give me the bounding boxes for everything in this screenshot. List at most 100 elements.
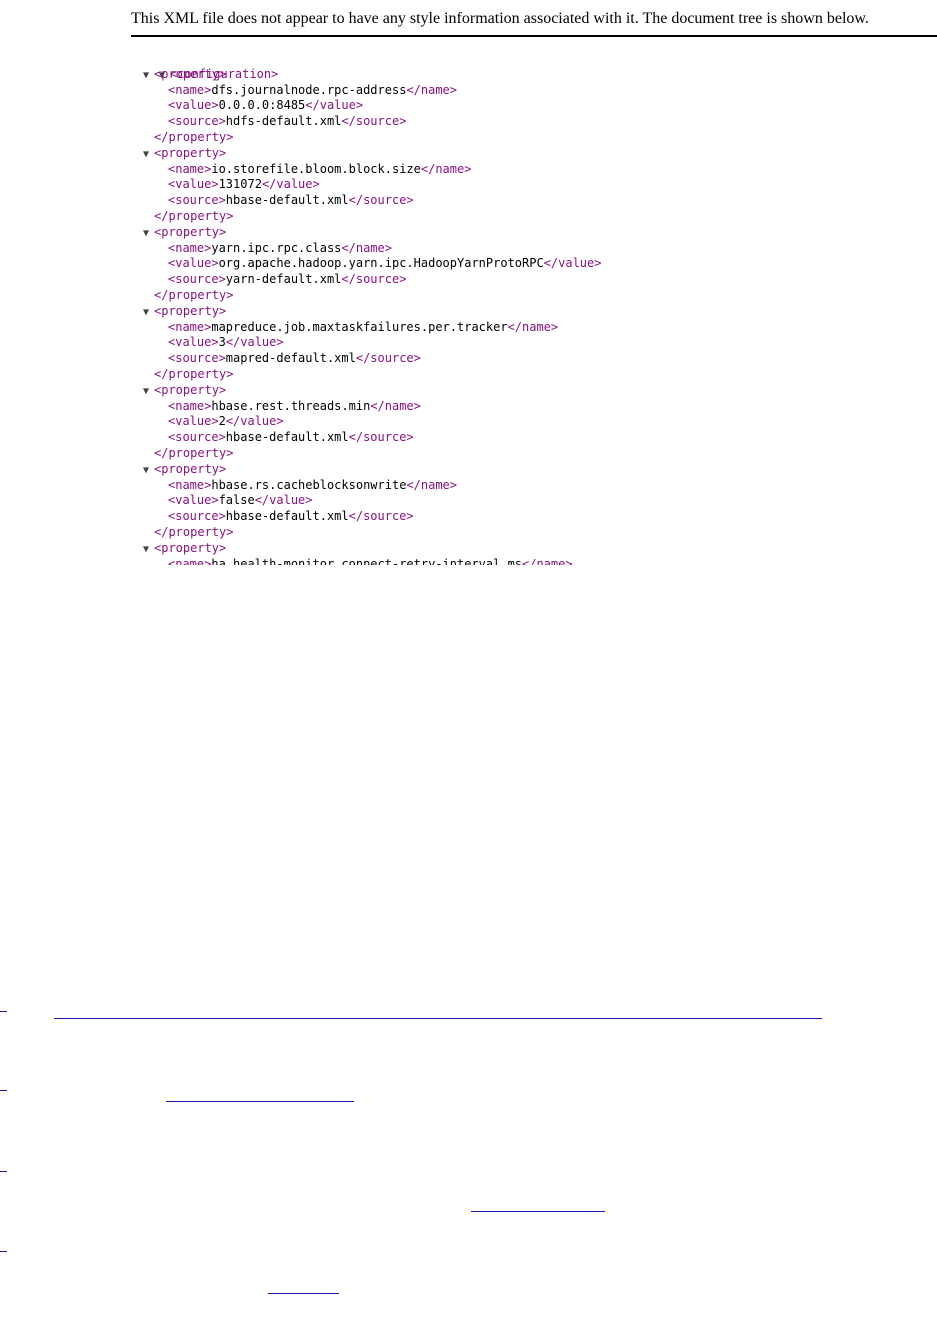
- property-value: false: [218, 493, 255, 508]
- xml-name-line: <name>ha.health-monitor.connect-retry-in…: [130, 557, 930, 566]
- property-source: hdfs-default.xml: [225, 114, 342, 129]
- value-close-tag: </value>: [254, 493, 313, 508]
- value-close-tag: </value>: [543, 256, 602, 271]
- property-close-tag: </property>: [154, 524, 234, 539]
- triangle-down-icon[interactable]: ▼: [143, 305, 154, 321]
- xml-node-property[interactable]: ▼ <property>: [130, 146, 930, 162]
- property-name: hbase.rs.cacheblocksonwrite: [211, 477, 407, 492]
- xml-node-property[interactable]: ▼ <property>: [130, 225, 930, 241]
- source-close-tag: </source>: [341, 272, 407, 287]
- name-close-tag: </name>: [406, 82, 458, 97]
- property-source: mapred-default.xml: [225, 351, 356, 366]
- triangle-down-icon[interactable]: ▼: [143, 147, 154, 163]
- xml-value-line: <value>2</value>: [130, 414, 930, 430]
- property-value: 131072: [218, 177, 262, 192]
- xml-value-line: <value>3</value>: [130, 335, 930, 351]
- property-name: dfs.journalnode.rpc-address: [211, 82, 407, 97]
- xml-name-line: <name>hbase.rest.threads.min</name>: [130, 399, 930, 415]
- xml-source-line: <source>mapred-default.xml</source>: [130, 351, 930, 367]
- xml-property-close: </property>: [130, 525, 930, 541]
- margin-mark: [0, 1251, 7, 1252]
- triangle-down-icon[interactable]: ▼: [143, 542, 154, 558]
- xml-property-close: </property>: [130, 288, 930, 304]
- property-value: org.apache.hadoop.yarn.ipc.HadoopYarnPro…: [218, 256, 544, 271]
- xml-name-line: <name>io.storefile.bloom.block.size</nam…: [130, 162, 930, 178]
- source-open-tag: <source>: [168, 272, 226, 287]
- name-close-tag: </name>: [370, 398, 421, 413]
- triangle-down-icon[interactable]: ▼: [143, 226, 154, 242]
- source-open-tag: <source>: [168, 193, 226, 208]
- property-value: 3: [218, 335, 226, 350]
- link-underline[interactable]: [166, 1101, 354, 1102]
- xml-property-close: </property>: [130, 209, 930, 225]
- link-underline[interactable]: [268, 1293, 339, 1294]
- source-close-tag: </source>: [348, 430, 414, 445]
- name-open-tag: <name>: [168, 398, 212, 413]
- name-close-tag: </name>: [341, 240, 392, 255]
- value-close-tag: </value>: [225, 414, 284, 429]
- property-open-tag: <property>: [154, 145, 227, 160]
- link-underline[interactable]: [471, 1211, 605, 1212]
- link-underline[interactable]: [54, 1018, 822, 1019]
- name-open-tag: <name>: [168, 82, 212, 97]
- source-open-tag: <source>: [168, 114, 226, 129]
- triangle-down-icon[interactable]: ▼: [143, 463, 154, 479]
- property-source: hbase-default.xml: [225, 430, 349, 445]
- value-open-tag: <value>: [168, 335, 219, 350]
- property-open-tag: <property>: [154, 540, 227, 555]
- name-close-tag: </name>: [420, 161, 472, 176]
- value-open-tag: <value>: [168, 493, 219, 508]
- xml-node-configuration[interactable]: ▼ <configuration>: [130, 51, 930, 81]
- property-source: yarn-default.xml: [225, 272, 342, 287]
- source-close-tag: </source>: [348, 193, 414, 208]
- source-close-tag: </source>: [348, 509, 414, 524]
- xml-node-property[interactable]: ▼ <property>: [130, 67, 930, 83]
- value-close-tag: </value>: [305, 98, 364, 113]
- name-open-tag: <name>: [168, 161, 212, 176]
- property-close-tag: </property>: [154, 129, 234, 144]
- value-close-tag: </value>: [225, 335, 284, 350]
- xml-node-property[interactable]: ▼ <property>: [130, 541, 930, 557]
- property-open-tag: <property>: [154, 382, 227, 397]
- value-open-tag: <value>: [168, 177, 219, 192]
- xml-value-line: <value>0.0.0.0:8485</value>: [130, 98, 930, 114]
- property-name: ha.health-monitor.connect-retry-interval…: [211, 556, 523, 566]
- xml-node-property[interactable]: ▼ <property>: [130, 462, 930, 478]
- property-close-tag: </property>: [154, 445, 234, 460]
- property-name: hbase.rest.threads.min: [211, 398, 371, 413]
- property-open-tag: <property>: [154, 303, 227, 318]
- triangle-down-icon[interactable]: ▼: [143, 384, 154, 400]
- xml-source-line: <source>hbase-default.xml</source>: [130, 430, 930, 446]
- property-name: mapreduce.job.maxtaskfailures.per.tracke…: [211, 319, 508, 334]
- xml-document-tree: ▼ <configuration> ▼ <property> <name>dfs.j…: [130, 51, 930, 565]
- xml-name-line: <name>mapreduce.job.maxtaskfailures.per.…: [130, 320, 930, 336]
- xml-name-line: <name>dfs.journalnode.rpc-address</name>: [130, 83, 930, 99]
- property-open-tag: <property>: [154, 461, 227, 476]
- xml-value-line: <value>org.apache.hadoop.yarn.ipc.Hadoop…: [130, 256, 930, 272]
- xml-source-line: <source>hbase-default.xml</source>: [130, 509, 930, 525]
- property-close-tag: </property>: [154, 287, 234, 302]
- xml-node-property[interactable]: ▼ <property>: [130, 304, 930, 320]
- property-source: hbase-default.xml: [225, 509, 349, 524]
- banner-divider: [131, 35, 937, 37]
- xml-source-line: <source>hdfs-default.xml</source>: [130, 114, 930, 130]
- source-open-tag: <source>: [168, 430, 226, 445]
- property-source: hbase-default.xml: [225, 193, 349, 208]
- name-open-tag: <name>: [168, 240, 212, 255]
- name-close-tag: </name>: [507, 319, 559, 334]
- name-open-tag: <name>: [168, 477, 212, 492]
- value-open-tag: <value>: [168, 414, 219, 429]
- name-open-tag: <name>: [168, 319, 212, 334]
- xml-property-close: </property>: [130, 130, 930, 146]
- xml-value-line: <value>131072</value>: [130, 177, 930, 193]
- property-value: 0.0.0.0:8485: [218, 98, 306, 113]
- name-close-tag: </name>: [406, 477, 458, 492]
- property-open-tag: <property>: [154, 66, 227, 81]
- banner-message: This XML file does not appear to have an…: [131, 10, 869, 27]
- xml-node-property[interactable]: ▼ <property>: [130, 383, 930, 399]
- xml-name-line: <name>yarn.ipc.rpc.class</name>: [130, 241, 930, 257]
- xml-style-banner: This XML file does not appear to have an…: [131, 9, 937, 37]
- xml-value-line: <value>false</value>: [130, 493, 930, 509]
- source-close-tag: </source>: [355, 351, 421, 366]
- triangle-down-icon[interactable]: ▼: [143, 68, 154, 84]
